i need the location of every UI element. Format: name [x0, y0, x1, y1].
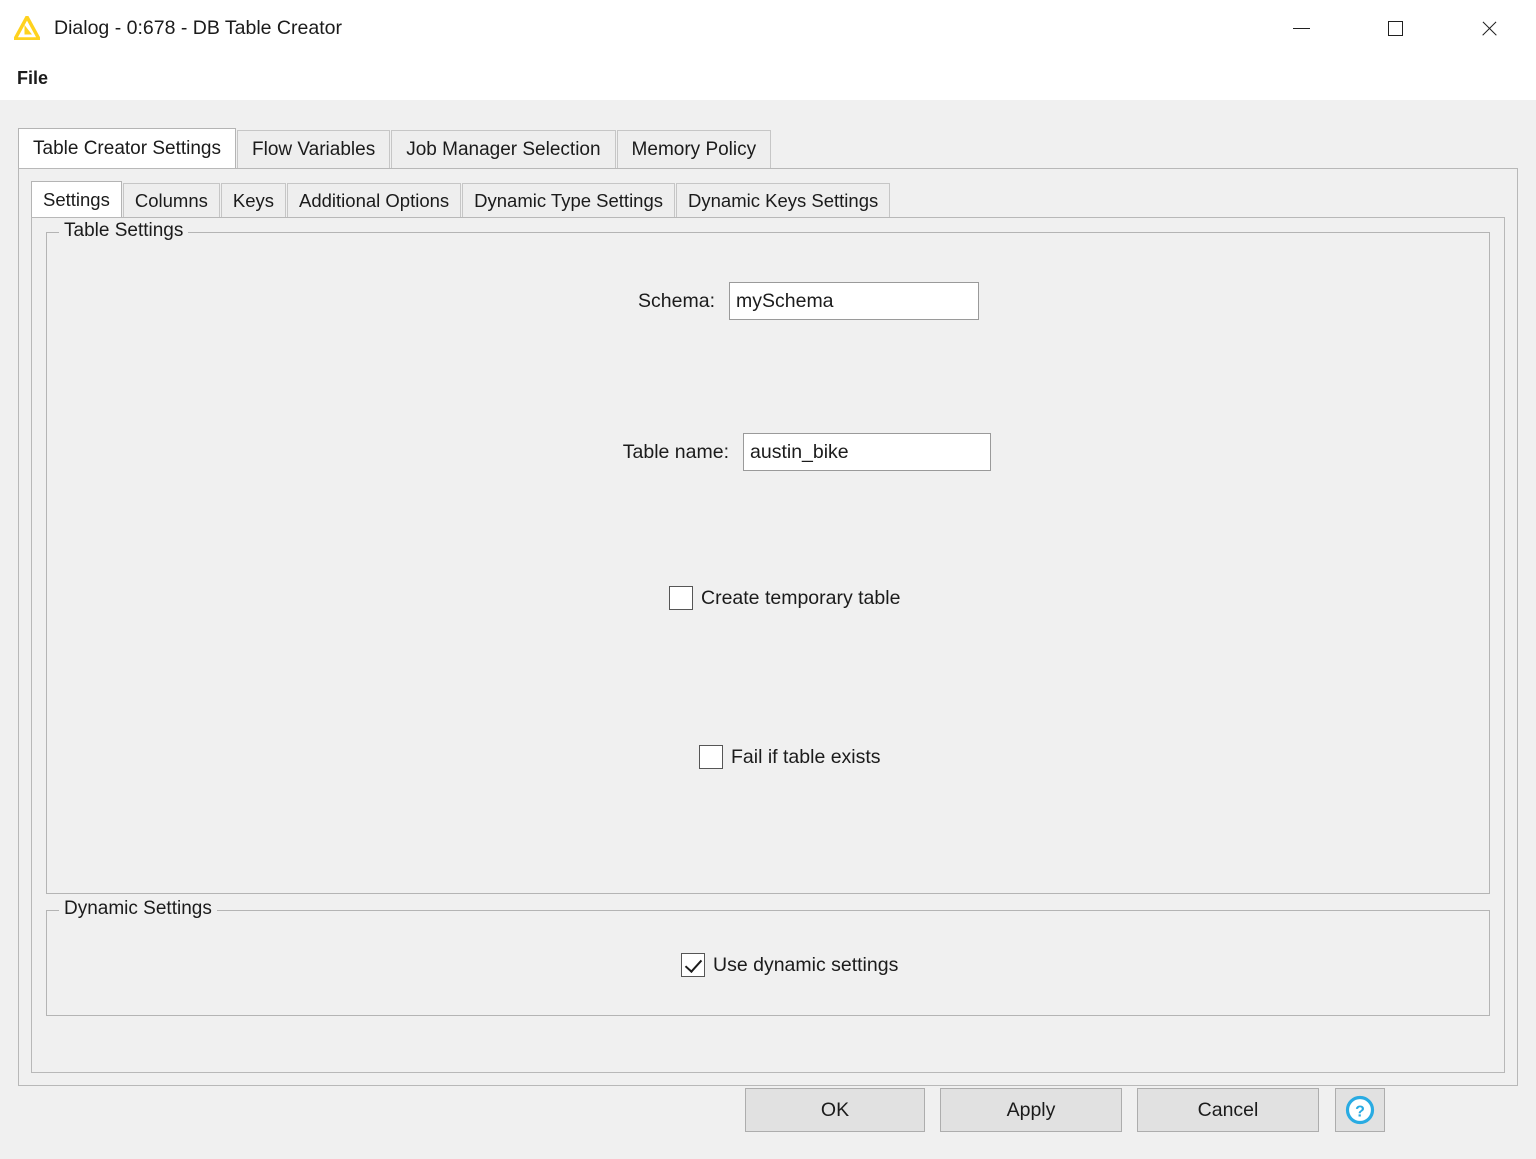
schema-label: Schema:: [638, 289, 715, 312]
help-circle-icon: ?: [1345, 1095, 1375, 1125]
menu-item-file[interactable]: File: [8, 65, 57, 92]
maximize-button[interactable]: [1348, 0, 1442, 56]
fail-if-table-exists-checkbox[interactable]: Fail if table exists: [699, 745, 881, 769]
create-temporary-table-checkbox[interactable]: Create temporary table: [669, 586, 900, 610]
tab-keys[interactable]: Keys: [220, 183, 286, 217]
tab-additional-options[interactable]: Additional Options: [287, 183, 462, 217]
inner-tab-strip: Settings Columns Keys Additional Options…: [31, 181, 891, 217]
settings-tab-panel: Table Settings Schema: Table name: Creat…: [31, 217, 1505, 1073]
tab-columns[interactable]: Columns: [122, 183, 220, 217]
cancel-button[interactable]: Cancel: [1137, 1088, 1319, 1132]
fail-if-table-exists-label: Fail if table exists: [731, 745, 881, 768]
window-title: Dialog - 0:678 - DB Table Creator: [54, 16, 342, 39]
dialog-body: Table Creator Settings Flow Variables Jo…: [0, 100, 1536, 1159]
minimize-button[interactable]: [1254, 0, 1348, 56]
ok-button[interactable]: OK: [745, 1088, 925, 1132]
title-bar-left: Dialog - 0:678 - DB Table Creator: [0, 16, 342, 40]
dialog-window: Dialog - 0:678 - DB Table Creator File T…: [0, 0, 1536, 1159]
table-settings-group: Table Settings Schema: Table name: Creat…: [46, 220, 1490, 894]
knime-triangle-icon: [14, 16, 40, 40]
close-icon: [1480, 19, 1499, 38]
outer-tab-strip: Table Creator Settings Flow Variables Jo…: [18, 128, 772, 168]
schema-input[interactable]: [729, 282, 979, 320]
help-button[interactable]: ?: [1335, 1088, 1385, 1132]
use-dynamic-settings-checkbox[interactable]: Use dynamic settings: [681, 953, 898, 977]
checkbox-box-unchecked-icon: [699, 745, 723, 769]
create-temporary-table-label: Create temporary table: [701, 586, 901, 609]
svg-text:?: ?: [1355, 1104, 1365, 1121]
table-name-label: Table name:: [622, 440, 729, 463]
schema-row: Schema:: [617, 282, 979, 320]
tab-flow-variables[interactable]: Flow Variables: [237, 130, 391, 168]
maximize-icon: [1387, 20, 1403, 36]
tab-settings[interactable]: Settings: [31, 181, 122, 217]
checkbox-box-checked-icon: [681, 953, 705, 977]
checkbox-box-unchecked-icon: [669, 586, 693, 610]
table-settings-group-title: Table Settings: [59, 220, 189, 242]
use-dynamic-settings-label: Use dynamic settings: [713, 953, 899, 976]
tab-dynamic-keys-settings[interactable]: Dynamic Keys Settings: [676, 183, 891, 217]
menu-bar: File: [0, 56, 1536, 100]
tab-dynamic-type-settings[interactable]: Dynamic Type Settings: [462, 183, 676, 217]
close-button[interactable]: [1442, 0, 1536, 56]
tab-memory-policy[interactable]: Memory Policy: [616, 130, 772, 168]
dialog-button-bar: OK Apply Cancel ?: [0, 1060, 1536, 1159]
apply-button[interactable]: Apply: [940, 1088, 1122, 1132]
title-bar: Dialog - 0:678 - DB Table Creator: [0, 0, 1536, 56]
tab-table-creator-settings[interactable]: Table Creator Settings: [18, 128, 236, 168]
dynamic-settings-group: Dynamic Settings Use dynamic settings: [46, 898, 1490, 1016]
minimize-icon: [1292, 27, 1310, 29]
table-name-input[interactable]: [743, 433, 991, 471]
tab-job-manager-selection[interactable]: Job Manager Selection: [391, 130, 616, 168]
outer-tab-panel: Settings Columns Keys Additional Options…: [18, 168, 1518, 1086]
table-name-row: Table name:: [599, 433, 991, 471]
dynamic-settings-group-title: Dynamic Settings: [59, 898, 217, 920]
window-controls: [1254, 0, 1536, 56]
